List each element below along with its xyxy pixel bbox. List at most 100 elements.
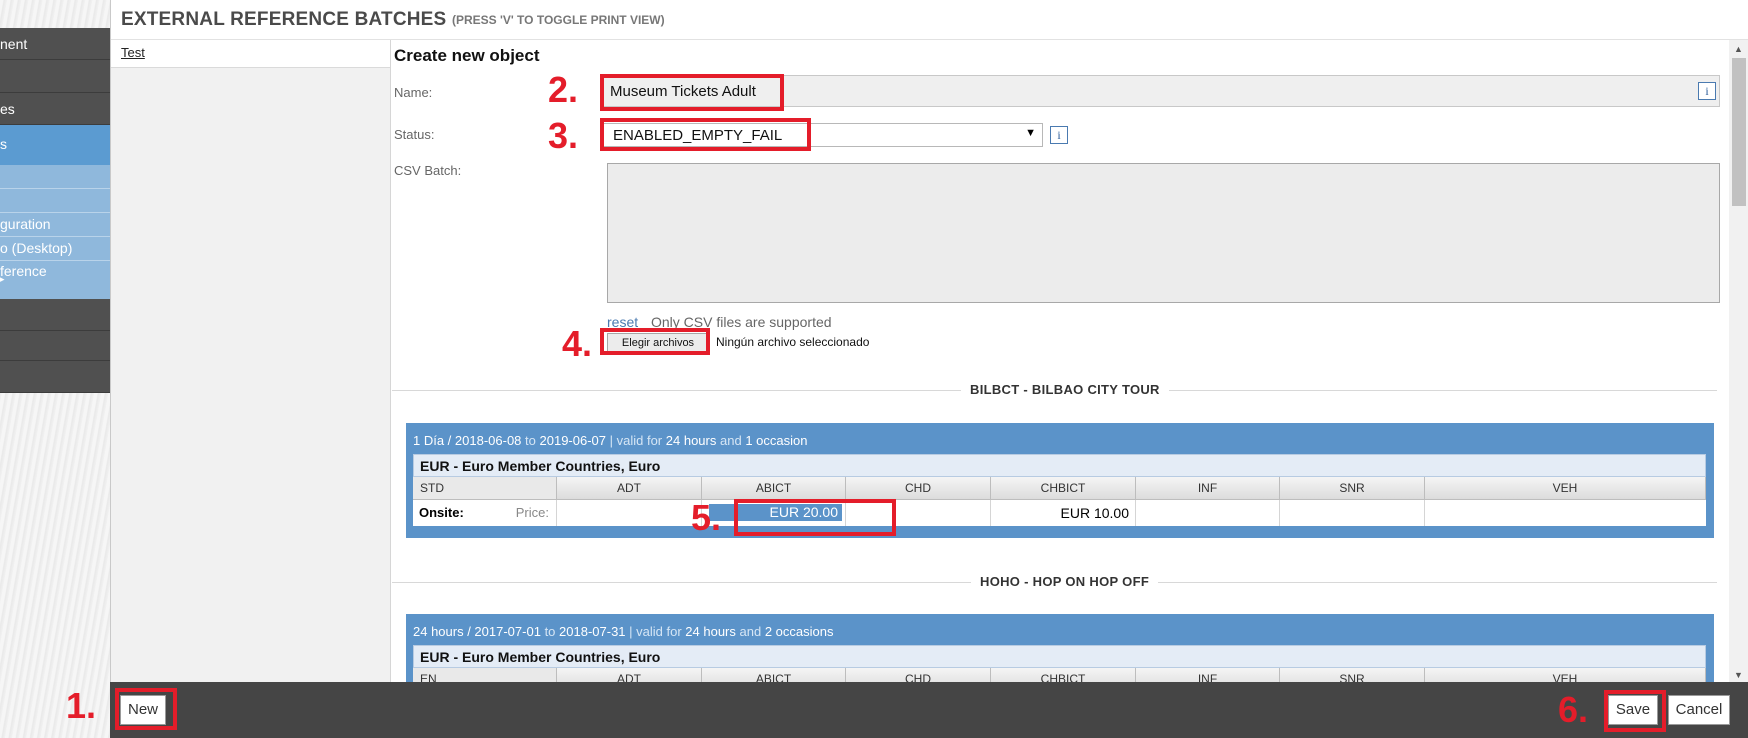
column-header: VEH — [1425, 477, 1706, 500]
batch-date-to: 2018-07-31 — [559, 624, 626, 639]
sidebar-item-label: guration — [0, 216, 51, 232]
column-header: INF — [1136, 668, 1280, 682]
annotation-box-6 — [1604, 690, 1666, 732]
file-status-text: Ningún archivo seleccionado — [716, 335, 870, 349]
column-header: CHD — [846, 477, 991, 500]
scrollbar-thumb[interactable] — [1732, 58, 1746, 206]
batch-card: 1 Día / 2018-06-08 to 2019-06-07 | valid… — [406, 423, 1714, 538]
vertical-scrollbar[interactable]: ▲ ▼ — [1729, 40, 1748, 682]
batch-duration: 24 hours — [685, 624, 736, 639]
chevron-down-icon: ▼ — [1025, 127, 1036, 139]
list-item[interactable]: Test — [111, 40, 390, 68]
batch-to: to — [544, 624, 556, 639]
cancel-button[interactable]: Cancel — [1668, 695, 1730, 725]
annotation-number-5: 5. — [691, 497, 722, 538]
object-list: Test — [111, 40, 391, 682]
batch-duration: 24 hours — [665, 433, 717, 448]
scroll-down-arrow-icon[interactable]: ▼ — [1734, 670, 1743, 680]
section-title: HOHO - HOP ON HOP OFF — [971, 574, 1159, 589]
column-header: ABICT — [702, 477, 846, 500]
main-panel: EXTERNAL REFERENCE BATCHES (PRESS 'V' TO… — [110, 0, 1748, 738]
column-header: CHBICT — [991, 477, 1136, 500]
column-header: CHD — [846, 668, 991, 682]
column-header: VEH — [1425, 668, 1706, 682]
column-header: STD — [413, 477, 557, 500]
info-icon[interactable]: i — [1050, 126, 1068, 144]
page-subtitle: (PRESS 'V' TO TOGGLE PRINT VIEW) — [452, 13, 665, 27]
annotation-box-5 — [734, 499, 896, 536]
sidebar-item-3[interactable]: es — [0, 93, 110, 125]
list-item-label[interactable]: Test — [121, 45, 145, 60]
sidebar-item-selected[interactable]: s — [0, 125, 110, 165]
batch-header: 1 Día / 2018-06-08 to 2019-06-07 | valid… — [413, 433, 807, 448]
sidebar: nent es s guration o (Desktop) ference ▸ — [0, 0, 110, 738]
row-label: Onsite: — [419, 505, 464, 520]
annotation-number-6: 6. — [1558, 689, 1589, 730]
sidebar-subitem-reference[interactable]: ference ▸ — [0, 261, 110, 299]
currency-row: EUR - Euro Member Countries, Euro — [413, 645, 1706, 668]
sidebar-item-6[interactable] — [0, 361, 110, 393]
price-label: Price: — [515, 505, 549, 520]
batch-date-from: 1 Día / 2018-06-08 — [413, 433, 522, 448]
annotation-box-2 — [600, 74, 784, 111]
csv-label: CSV Batch: — [394, 163, 462, 178]
sidebar-item-5[interactable] — [0, 331, 110, 361]
price-cell-snr[interactable] — [1280, 500, 1425, 526]
sidebar-subitem-1[interactable] — [0, 165, 110, 189]
form-title: Create new object — [394, 46, 540, 65]
column-header: ABICT — [702, 668, 846, 682]
annotation-number-2: 2. — [548, 69, 579, 110]
create-form: Create new object Name: Museum Tickets A… — [392, 40, 1729, 682]
footer-toolbar: New Save Cancel — [110, 682, 1748, 738]
column-header: ADT — [557, 477, 702, 500]
status-label: Status: — [394, 127, 435, 142]
sidebar-subitem-configuration[interactable]: guration — [0, 213, 110, 237]
batch-to: to — [525, 433, 536, 448]
column-header: CHBICT — [991, 668, 1136, 682]
batch-and: and — [719, 433, 742, 448]
price-column-headers: STD ADT ABICT CHD CHBICT INF SNR VEH — [413, 477, 1706, 500]
batch-valid: | valid for — [609, 433, 663, 448]
sidebar-subitem-desktop[interactable]: o (Desktop) — [0, 237, 110, 261]
sidebar-item-label: es — [0, 101, 15, 117]
sidebar-item-4[interactable] — [0, 299, 110, 331]
annotation-number-3: 3. — [548, 115, 579, 156]
currency-row: EUR - Euro Member Countries, Euro — [413, 454, 1706, 477]
price-cell-chbict[interactable]: EUR 10.00 — [991, 500, 1136, 526]
annotation-number-1: 1. — [66, 685, 97, 726]
sidebar-item-label: nent — [0, 36, 28, 52]
sidebar-item-label: s — [0, 136, 7, 152]
name-label: Name: — [394, 85, 433, 100]
annotation-box-1 — [115, 688, 177, 730]
row-label-cell: Onsite: Price: — [413, 500, 557, 526]
batch-card: 24 hours / 2017-07-01 to 2018-07-31 | va… — [406, 614, 1714, 682]
page-header: EXTERNAL REFERENCE BATCHES (PRESS 'V' TO… — [111, 0, 1748, 40]
annotation-box-3 — [600, 118, 811, 151]
price-cell-veh[interactable] — [1425, 500, 1706, 526]
sidebar-item-1[interactable]: nent — [0, 28, 110, 60]
batch-occasions: 2 occasions — [764, 624, 834, 639]
sidebar-subitem-2[interactable] — [0, 189, 110, 213]
csv-batch-textarea[interactable] — [607, 163, 1720, 303]
section-title: BILBCT - BILBAO CITY TOUR — [961, 382, 1169, 397]
price-cell-adt[interactable] — [557, 500, 702, 526]
price-cell-inf[interactable] — [1136, 500, 1280, 526]
column-header: SNR — [1280, 668, 1425, 682]
scroll-up-arrow-icon[interactable]: ▲ — [1734, 44, 1743, 54]
price-column-headers: EN ADT ABICT CHD CHBICT INF SNR VEH — [413, 668, 1706, 682]
column-header: SNR — [1280, 477, 1425, 500]
sidebar-item-2[interactable] — [0, 60, 110, 93]
annotation-number-4: 4. — [562, 323, 593, 364]
price-row: Onsite: Price: EUR 20.00 EUR 10.00 — [413, 500, 1706, 526]
currency-label: EUR - Euro Member Countries, Euro — [420, 458, 661, 474]
info-icon[interactable]: i — [1698, 82, 1716, 100]
annotation-box-4 — [600, 328, 710, 355]
batch-occasions: 1 occasion — [745, 433, 808, 448]
batch-date-from: 24 hours / 2017-07-01 — [413, 624, 541, 639]
batch-header: 24 hours / 2017-07-01 to 2018-07-31 | va… — [413, 624, 834, 639]
chbict-price[interactable]: EUR 10.00 — [1061, 505, 1129, 521]
column-header: INF — [1136, 477, 1280, 500]
page-title: EXTERNAL REFERENCE BATCHES — [121, 9, 447, 30]
currency-label: EUR - Euro Member Countries, Euro — [420, 649, 661, 665]
column-header: ADT — [557, 668, 702, 682]
